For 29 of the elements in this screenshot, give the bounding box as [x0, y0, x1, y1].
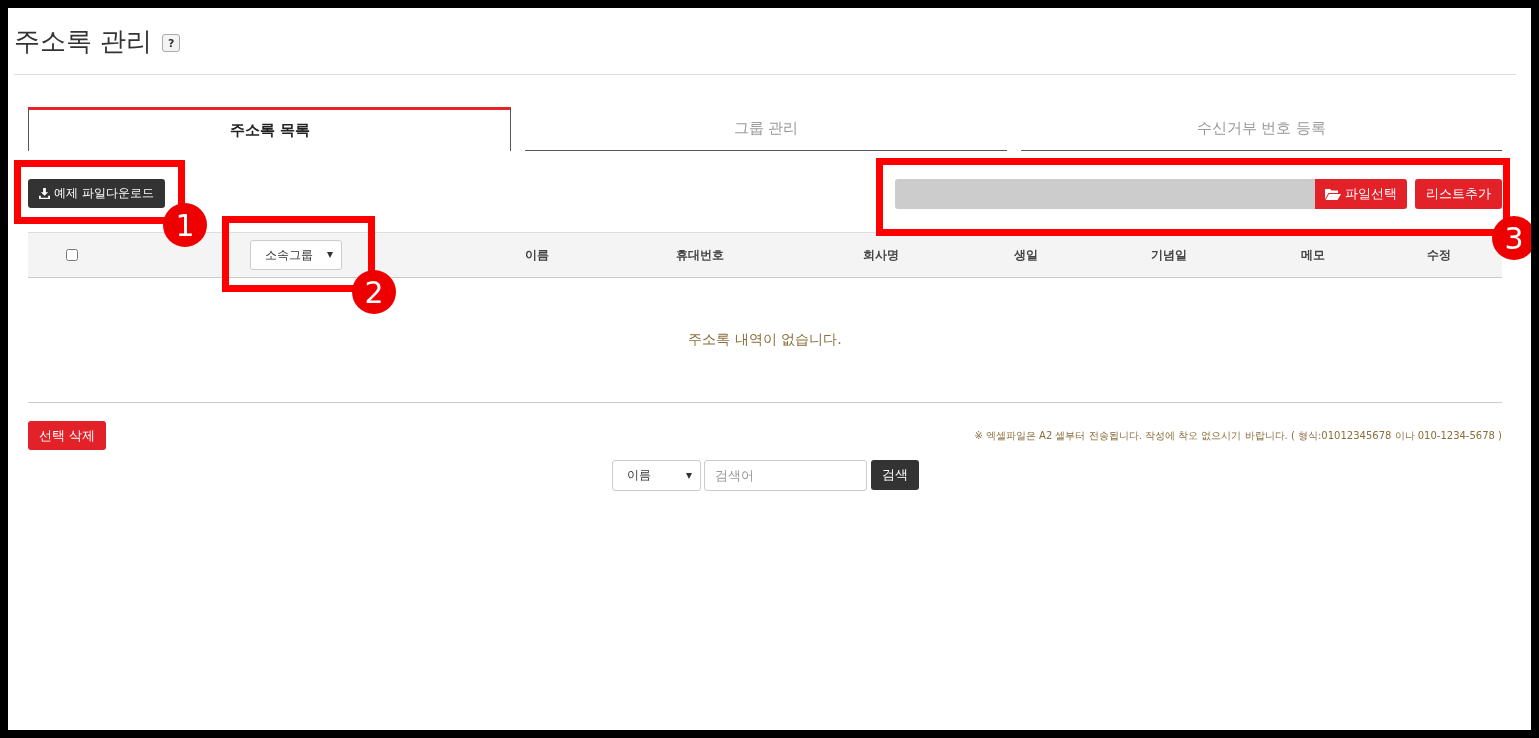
page-title: 주소록 관리	[14, 24, 153, 58]
add-list-button[interactable]: 리스트추가	[1415, 178, 1502, 209]
column-header: 이름	[525, 246, 549, 264]
column-header: 수정	[1427, 246, 1451, 264]
help-icon[interactable]: ?	[162, 34, 181, 52]
download-button[interactable]: 예제 파일다운로드	[28, 179, 165, 208]
column-header: 메모	[1301, 246, 1325, 264]
search-input[interactable]: 검색어	[703, 460, 867, 491]
column-header: 생일	[1014, 246, 1038, 264]
group-select[interactable]: 소속그룹	[250, 240, 342, 270]
column-header: 기념일	[1151, 246, 1187, 264]
caret-icon	[327, 252, 333, 258]
search-button[interactable]: 검색	[870, 460, 919, 490]
folder-icon	[1325, 187, 1341, 200]
notice-text: ※ 엑셀파일은 A2 셀부터 전송됩니다. 작성에 착오 없으시기 바랍니다. ( 형식:01012345678 이나 010-1234-5678 )	[974, 428, 1502, 443]
annotation-number: 3	[1492, 216, 1531, 260]
delete-selected-button[interactable]: 선택 삭제	[28, 421, 107, 450]
download-icon	[39, 188, 50, 199]
empty-message: 주소록 내역이 없습니다.	[688, 331, 842, 349]
annotation-number: 2	[352, 270, 396, 314]
column-header: 휴대번호	[676, 246, 724, 264]
annotation-number: 1	[163, 203, 207, 247]
file-path-field[interactable]	[895, 178, 1315, 209]
caret-icon	[685, 472, 692, 479]
select-all-checkbox[interactable]	[66, 249, 78, 261]
tab[interactable]: 주소록 목록	[28, 107, 512, 151]
file-select-button[interactable]: 파일선택	[1315, 178, 1407, 209]
column-header: 회사명	[863, 246, 899, 264]
search-field-select[interactable]: 이름	[611, 460, 701, 491]
